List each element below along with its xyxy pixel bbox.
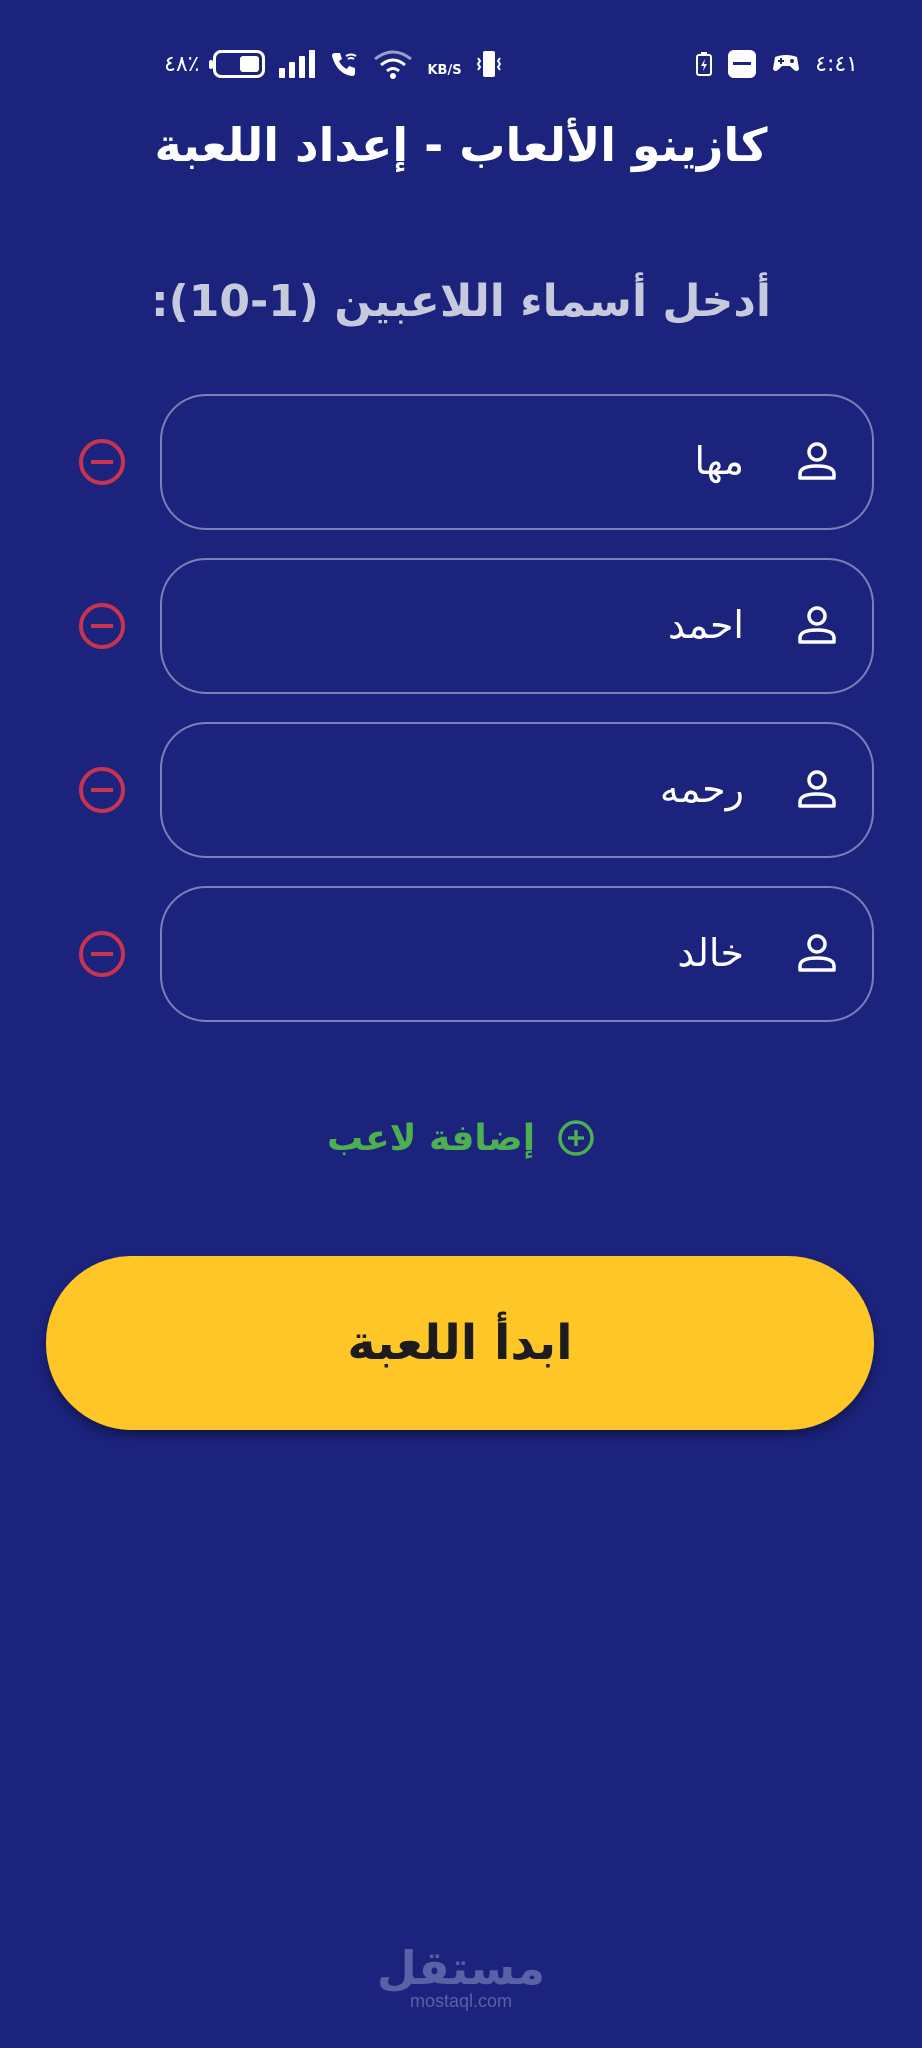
person-icon bbox=[798, 770, 836, 808]
wifi-icon bbox=[373, 49, 413, 79]
game-icon bbox=[771, 51, 801, 77]
person-icon bbox=[798, 934, 836, 972]
player-name-field[interactable]: خالد bbox=[160, 886, 874, 1022]
player-name-value: خالد bbox=[677, 931, 744, 975]
remove-player-button[interactable] bbox=[78, 602, 126, 650]
signal-icon bbox=[279, 50, 316, 78]
minus-circle-icon bbox=[79, 439, 125, 485]
add-player-button[interactable]: إضافة لاعب bbox=[0, 1108, 922, 1168]
player-name-value: مها bbox=[694, 439, 744, 483]
remove-player-button[interactable] bbox=[78, 438, 126, 486]
players-prompt: أدخل أسماء اللاعبين (1-10): bbox=[150, 276, 771, 327]
wifi-call-icon bbox=[329, 49, 359, 79]
player-row: خالد bbox=[0, 886, 922, 1022]
player-name-field[interactable]: مها bbox=[160, 394, 874, 530]
minus-circle-icon bbox=[79, 767, 125, 813]
status-bar: ٤٨٪ KB/S ٤:٤١ bbox=[0, 36, 922, 88]
watermark-arabic: مستقل bbox=[376, 1941, 546, 1995]
battery-percent: ٤٨٪ bbox=[164, 51, 200, 77]
add-player-label: إضافة لاعب bbox=[326, 1117, 536, 1159]
vibrate-icon bbox=[476, 49, 502, 79]
battery-saver-icon bbox=[695, 51, 713, 77]
watermark-latin: mostaql.com bbox=[409, 1991, 513, 2011]
player-name-field[interactable]: رحمه bbox=[160, 722, 874, 858]
net-speed: KB/S bbox=[427, 63, 462, 78]
player-name-field[interactable]: احمد bbox=[160, 558, 874, 694]
player-name-value: احمد bbox=[668, 603, 744, 647]
player-row: مها bbox=[0, 394, 922, 530]
minus-circle-icon bbox=[79, 603, 125, 649]
remove-player-button[interactable] bbox=[78, 766, 126, 814]
remove-player-button[interactable] bbox=[78, 930, 126, 978]
notification-icon bbox=[727, 49, 757, 79]
start-game-button[interactable]: ابدأ اللعبة bbox=[46, 1256, 874, 1430]
person-icon bbox=[798, 606, 836, 644]
battery-icon bbox=[209, 50, 266, 78]
start-game-label: ابدأ اللعبة bbox=[347, 1315, 573, 1371]
player-row: احمد bbox=[0, 558, 922, 694]
minus-circle-icon bbox=[79, 931, 125, 977]
status-bar-right: ٤:٤١ bbox=[695, 44, 858, 84]
page-title: كازينو الألعاب - إعداد اللعبة bbox=[154, 118, 768, 172]
watermark-logo: مستقل mostaql.com bbox=[0, 1941, 922, 2012]
plus-circle-icon bbox=[558, 1120, 594, 1156]
clock: ٤:٤١ bbox=[815, 51, 858, 77]
person-icon bbox=[798, 442, 836, 480]
player-row: رحمه bbox=[0, 722, 922, 858]
status-bar-left: ٤٨٪ KB/S bbox=[164, 44, 502, 84]
player-name-value: رحمه bbox=[659, 767, 744, 811]
